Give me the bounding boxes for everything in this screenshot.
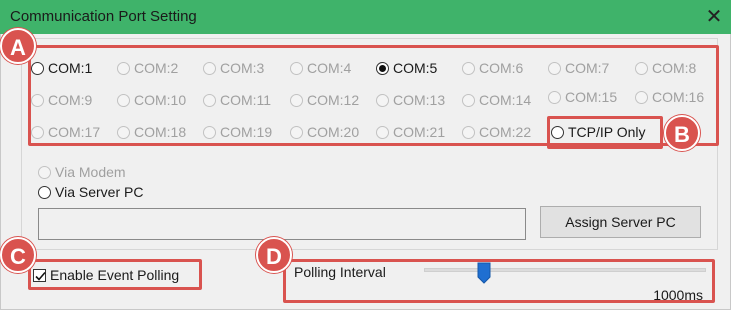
via-server-pc-radio[interactable]: Via Server PC: [38, 182, 143, 202]
highlight-box-b: [547, 116, 663, 149]
via-server-pc-label: Via Server PC: [55, 184, 144, 200]
badge-c: C: [0, 237, 36, 273]
close-icon[interactable]: ✕: [701, 4, 727, 30]
assign-server-pc-button[interactable]: Assign Server PC: [540, 206, 701, 238]
title-bar: Communication Port Setting ✕: [0, 0, 731, 34]
via-modem-label: Via Modem: [55, 164, 126, 180]
radio-circle-icon: [38, 185, 51, 199]
window-title: Communication Port Setting: [10, 8, 197, 25]
badge-b: B: [664, 115, 700, 151]
via-modem-radio[interactable]: Via Modem: [38, 162, 126, 182]
highlight-box-d: [283, 259, 715, 303]
server-pc-field[interactable]: [38, 208, 526, 240]
badge-d: D: [256, 237, 292, 273]
radio-circle-icon: [38, 165, 51, 179]
highlight-box-c: [28, 259, 202, 290]
badge-a: A: [0, 28, 36, 64]
